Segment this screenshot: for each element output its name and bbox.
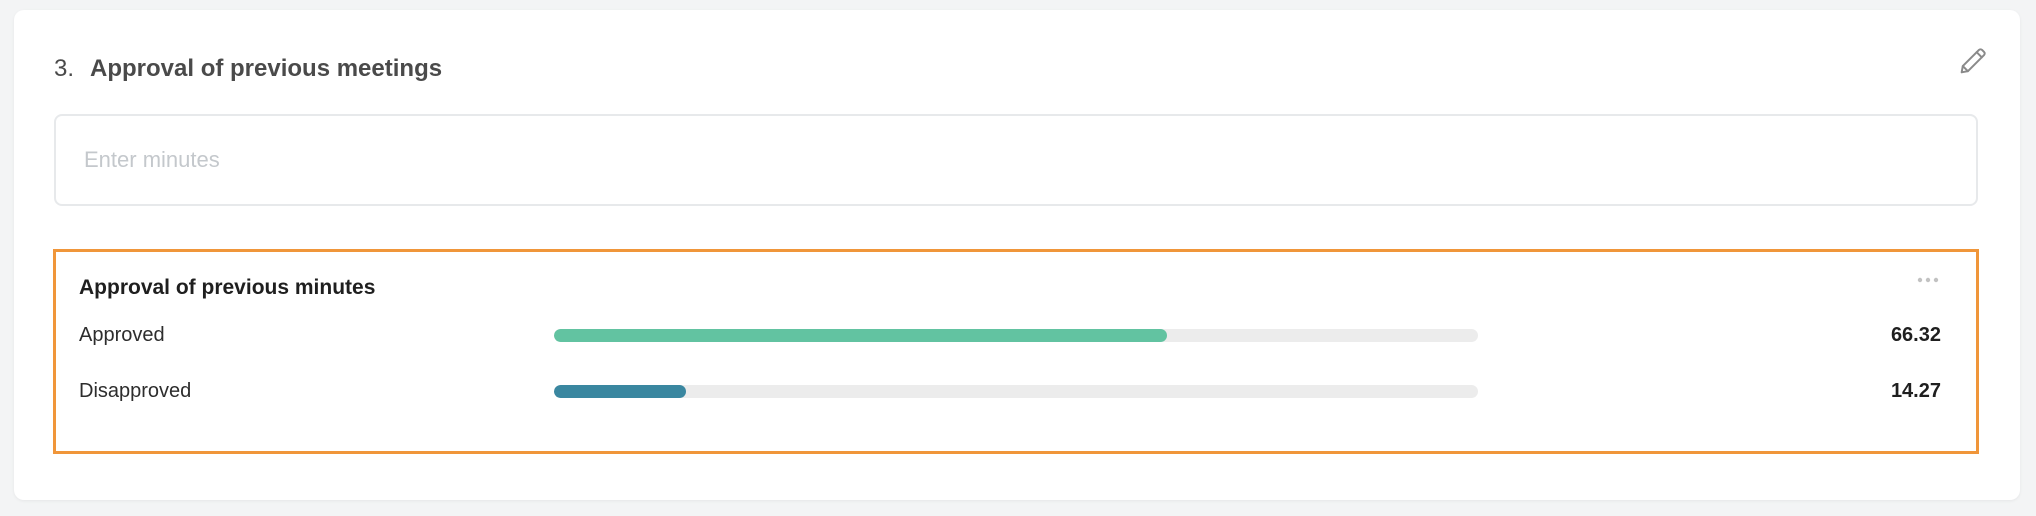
poll-option-value: 66.32 <box>1890 324 1941 346</box>
poll-option-bar <box>554 385 1478 398</box>
agenda-item-title: Approval of previous meetings <box>90 55 443 82</box>
minutes-input[interactable] <box>56 116 1976 204</box>
poll-option-label: Disapproved <box>79 380 192 402</box>
poll-option-label: Approved <box>79 324 165 346</box>
poll-option-bar-fill <box>554 385 686 398</box>
poll-widget: Approval of previous minutes Approved 66… <box>53 249 1979 454</box>
more-horizontal-icon[interactable] <box>1914 270 1942 290</box>
poll-option-bar <box>554 329 1478 342</box>
agenda-item-card: 3. Approval of previous meetings Approva… <box>14 10 2020 500</box>
pencil-icon[interactable] <box>1956 44 1990 78</box>
poll-option-row: Disapproved 14.27 <box>79 376 1941 406</box>
agenda-item-number: 3. <box>54 55 75 82</box>
poll-option-value: 14.27 <box>1890 380 1941 402</box>
poll-option-bar-fill <box>554 329 1167 342</box>
agenda-item-header: 3. Approval of previous meetings <box>54 48 442 90</box>
poll-title: Approval of previous minutes <box>79 276 376 299</box>
poll-option-row: Approved 66.32 <box>79 320 1941 350</box>
minutes-field[interactable] <box>54 114 1978 206</box>
